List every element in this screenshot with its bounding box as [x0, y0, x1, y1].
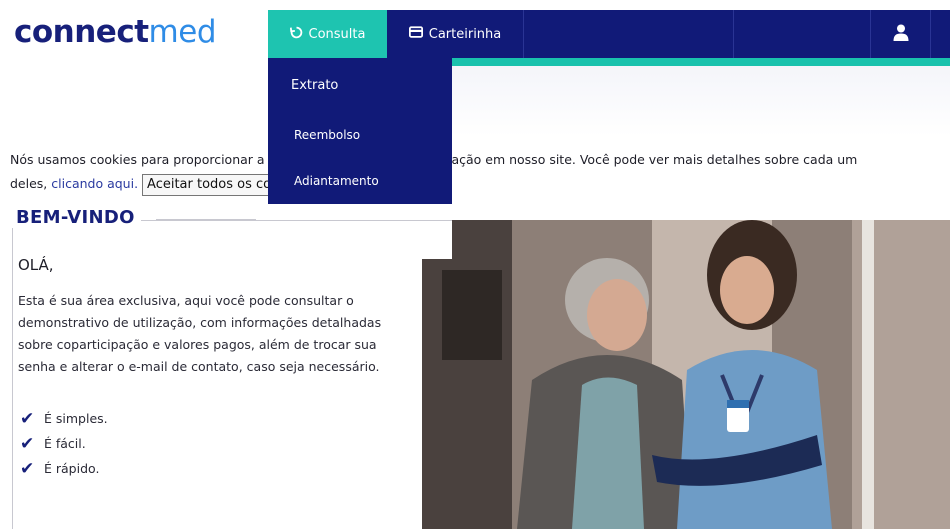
- feature-label: É fácil.: [44, 436, 86, 451]
- nav-carteirinha[interactable]: Carteirinha: [387, 10, 524, 58]
- feature-item: ✔ É rápido.: [20, 456, 108, 481]
- cookie-banner: Nós usamos cookies para proporcionar a m…: [10, 148, 940, 196]
- dropdown-item-reembolso[interactable]: Reembolso: [268, 112, 452, 158]
- page: connectmed Consulta Carteirinha Nós usam…: [0, 0, 950, 529]
- feature-list: ✔ É simples. ✔ É fácil. ✔ É rápido.: [20, 406, 108, 481]
- greeting: OLÁ,: [18, 256, 54, 274]
- feature-label: É simples.: [44, 411, 108, 426]
- welcome-title: BEM-VINDO: [10, 207, 141, 228]
- hero-photo: [422, 220, 950, 529]
- cookie-text: Nós usamos cookies para proporcionar a m…: [10, 152, 858, 167]
- checkmark-icon: ✔: [20, 458, 35, 479]
- main-navbar: Consulta Carteirinha: [268, 10, 950, 58]
- user-icon: [893, 24, 909, 45]
- nav-user-button[interactable]: [870, 10, 930, 58]
- nav-carteirinha-label: Carteirinha: [428, 26, 502, 42]
- feature-item: ✔ É fácil.: [20, 431, 108, 456]
- logo-bold: connect: [14, 14, 149, 50]
- consulta-dropdown: Extrato Reembolso Adiantamento: [268, 58, 452, 204]
- feature-item: ✔ É simples.: [20, 406, 108, 431]
- welcome-description: Esta é sua área exclusiva, aqui você pod…: [18, 293, 382, 374]
- feature-label: É rápido.: [44, 461, 100, 476]
- dropdown-item-adiantamento[interactable]: Adiantamento: [268, 158, 452, 204]
- card-icon: [408, 26, 423, 42]
- history-icon: [289, 26, 303, 43]
- dropdown-item-extrato[interactable]: Extrato: [268, 58, 452, 112]
- header-fade: [450, 66, 950, 136]
- nav-consulta[interactable]: Consulta: [268, 10, 387, 58]
- cookie-prefix: deles,: [10, 176, 52, 191]
- nav-empty-slot: [733, 10, 870, 58]
- cookie-details-link[interactable]: clicando aqui.: [51, 176, 138, 191]
- legend-rule: [156, 219, 256, 220]
- logo[interactable]: connectmed: [14, 12, 217, 52]
- checkmark-icon: ✔: [20, 433, 35, 454]
- checkmark-icon: ✔: [20, 408, 35, 429]
- nav-consulta-label: Consulta: [308, 26, 366, 42]
- nav-end: [930, 10, 950, 58]
- cookie-line-2: deles, clicando aqui. Aceitar todos os c…: [10, 172, 940, 196]
- logo-light: med: [148, 14, 217, 50]
